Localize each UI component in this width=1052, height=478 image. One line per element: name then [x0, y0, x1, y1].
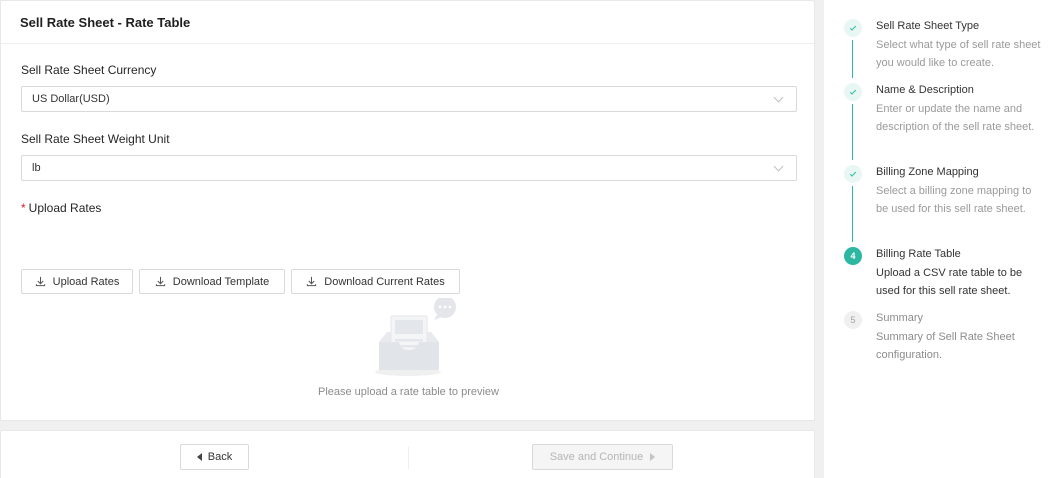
upload-rates-label: * Upload Rates	[21, 201, 101, 215]
download-template-button[interactable]: Download Template	[139, 269, 285, 294]
step-connector	[852, 104, 853, 160]
step-number-badge: 4	[844, 247, 862, 265]
download-template-button-label: Download Template	[172, 275, 270, 288]
chevron-down-icon	[773, 92, 784, 102]
page-title: Sell Rate Sheet - Rate Table	[20, 14, 191, 30]
currency-select[interactable]: US Dollar(USD)	[21, 86, 797, 112]
back-button[interactable]: Back	[180, 444, 249, 470]
chevron-down-icon	[773, 161, 784, 171]
weight-unit-select[interactable]: lb	[21, 155, 797, 181]
step-title: Sell Rate Sheet Type	[876, 20, 980, 32]
caret-right-icon	[650, 453, 656, 461]
back-button-label: Back	[207, 451, 233, 463]
step-description: Summary of Sell Rate Sheet configuration…	[876, 331, 1015, 361]
weight-unit-label: Sell Rate Sheet Weight Unit	[21, 132, 170, 146]
empty-preview-text: Please upload a rate table to preview	[317, 386, 499, 398]
save-and-continue-button[interactable]: Save and Continue	[532, 444, 673, 470]
download-current-rates-button[interactable]: Download Current Rates	[291, 269, 460, 294]
step-title: Billing Rate Table	[876, 248, 961, 260]
steps-sidebar: Sell Rate Sheet Type Select what type of…	[824, 0, 1052, 478]
step-description: Select what type of sell rate sheet you …	[876, 39, 1041, 69]
step-connector	[852, 186, 853, 242]
empty-inbox-icon	[375, 298, 456, 376]
footer-divider	[408, 447, 409, 469]
footer-action-bar: Back Save and Continue	[0, 430, 815, 478]
check-icon	[844, 19, 862, 37]
currency-label: Sell Rate Sheet Currency	[21, 63, 157, 77]
download-icon	[155, 276, 165, 287]
step-number-badge: 5	[844, 311, 862, 329]
step-title: Name & Description	[876, 84, 974, 96]
upload-rates-label-text: Upload Rates	[28, 201, 102, 215]
save-and-continue-label: Save and Continue	[549, 451, 644, 463]
step-title: Summary	[876, 312, 924, 324]
card-header: Sell Rate Sheet - Rate Table	[1, 1, 814, 44]
upload-rates-button[interactable]: Upload Rates	[21, 269, 133, 294]
step-description: Select a billing zone mapping to be used…	[876, 185, 1032, 215]
currency-select-value: US Dollar(USD)	[32, 93, 110, 105]
check-icon	[844, 165, 862, 183]
upload-rates-button-label: Upload Rates	[52, 275, 120, 288]
weight-unit-select-value: lb	[32, 162, 41, 174]
step-description: Upload a CSV rate table to be used for t…	[876, 267, 1023, 297]
download-icon	[307, 276, 317, 287]
download-icon	[35, 276, 45, 287]
step-connector	[852, 40, 853, 78]
step-title: Billing Zone Mapping	[876, 166, 979, 178]
step-description: Enter or update the name and description…	[876, 103, 1035, 133]
check-icon	[844, 83, 862, 101]
download-current-rates-button-label: Download Current Rates	[324, 275, 445, 288]
rate-table-form-card: Sell Rate Sheet - Rate Table Sell Rate S…	[0, 0, 815, 421]
caret-left-icon	[196, 453, 202, 461]
required-mark: *	[21, 201, 26, 215]
